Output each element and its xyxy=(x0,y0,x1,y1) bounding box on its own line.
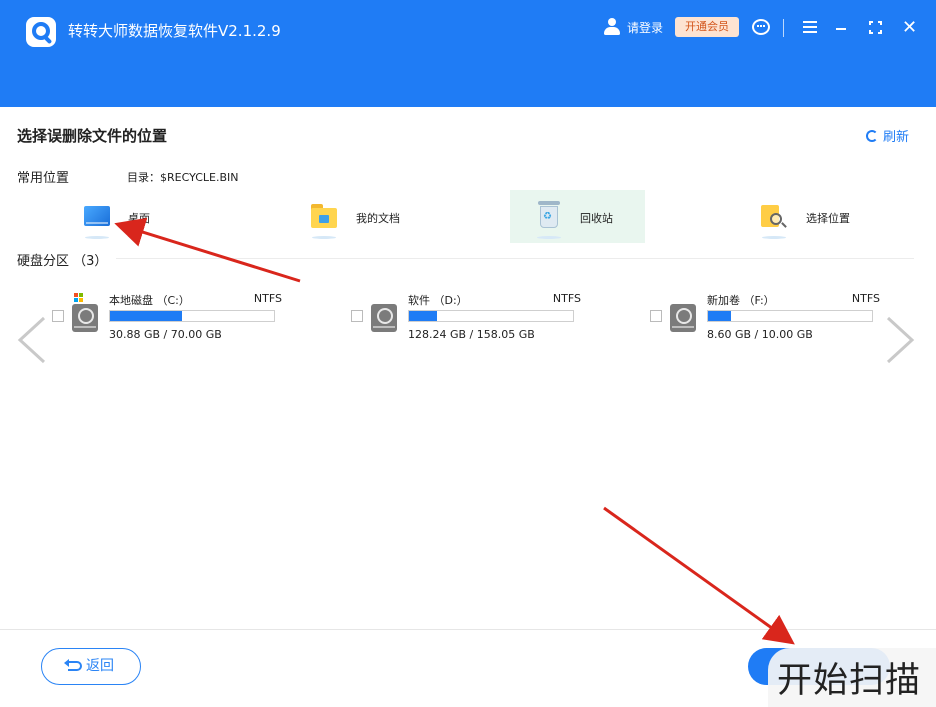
app-window: 转转大师数据恢复软件V2.1.2.9 请登录 开通会员 ✕ 选择误删除文件的位置… xyxy=(0,0,936,707)
annotation-arrow-scan xyxy=(603,506,795,645)
annotation-arrows xyxy=(114,217,795,645)
annotation-arrow-desktop xyxy=(114,217,301,283)
